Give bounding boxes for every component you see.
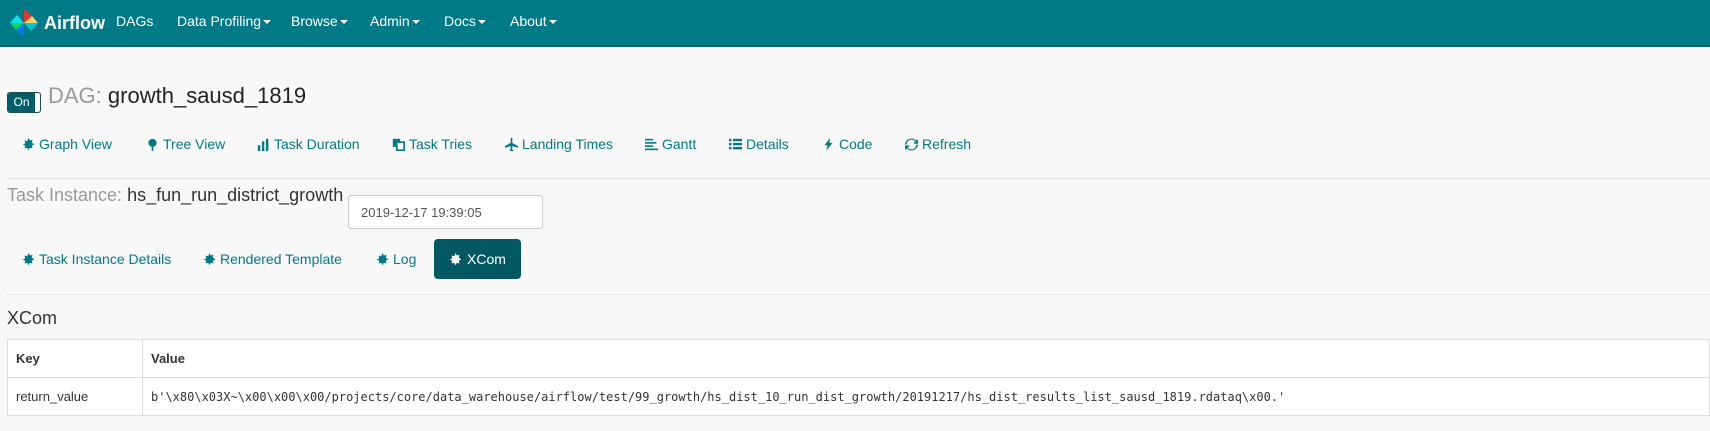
caret-down-icon xyxy=(477,20,486,25)
xcom-value-cell: b'\x80\x03X~\x00\x00\x00/projects/core/d… xyxy=(142,377,1710,416)
caret-down-icon xyxy=(263,20,272,25)
nav-dags-label: DAGs xyxy=(116,13,154,29)
xcom-section-title: XCom xyxy=(7,308,58,328)
caret-down-icon xyxy=(548,20,557,25)
dag-name: growth_sausd_1819 xyxy=(107,83,307,108)
landing-times-label: Landing Times xyxy=(522,136,614,152)
tab-log-label: Log xyxy=(393,251,417,267)
nav-data-profiling-label: Data Profiling xyxy=(177,13,262,29)
refresh-icon xyxy=(905,138,918,150)
tree-icon xyxy=(148,138,157,151)
details-label: Details xyxy=(746,136,789,152)
brand-label: Airflow xyxy=(44,12,105,33)
flash-icon xyxy=(824,137,833,151)
execution-date-select[interactable]: 2019-12-17 19:39:05 xyxy=(348,195,543,229)
gantt-link[interactable]: Gantt xyxy=(645,136,696,152)
task-tries-label: Task Tries xyxy=(409,136,473,152)
graph-icon xyxy=(203,252,216,265)
nav-admin[interactable]: Admin xyxy=(370,13,420,29)
toggle-on-label: On xyxy=(8,93,35,112)
graph-view-link[interactable]: Graph View xyxy=(22,136,112,152)
graph-icon xyxy=(376,252,389,265)
refresh-link[interactable]: Refresh xyxy=(905,136,971,152)
tab-xcom[interactable]: XCom xyxy=(434,239,521,279)
align-left-icon xyxy=(645,138,658,150)
nav-docs-label: Docs xyxy=(444,13,476,29)
dag-title-prefix: DAG: xyxy=(48,83,102,108)
code-link[interactable]: Code xyxy=(822,136,872,152)
task-instance-name: hs_fun_run_district_growth xyxy=(127,185,344,205)
tree-view-label: Tree View xyxy=(163,136,226,152)
caret-down-icon xyxy=(411,20,420,25)
tab-task-instance-details[interactable]: Task Instance Details xyxy=(22,251,171,267)
nav-docs[interactable]: Docs xyxy=(444,13,486,29)
top-navbar: Airflow DAGs Data Profiling Browse Admin… xyxy=(0,0,1710,47)
divider xyxy=(7,294,1710,295)
details-link[interactable]: Details xyxy=(729,136,789,152)
xcom-table: Key Value return_value b'\x80\x03X~\x00\… xyxy=(7,339,1710,416)
plane-icon xyxy=(505,137,518,151)
landing-times-link[interactable]: Landing Times xyxy=(505,136,613,152)
graph-icon xyxy=(22,137,35,150)
column-header-key: Key xyxy=(7,339,143,378)
tab-task-instance-details-label: Task Instance Details xyxy=(39,251,172,267)
tab-rendered-template[interactable]: Rendered Template xyxy=(203,251,342,267)
table-row: return_value b'\x80\x03X~\x00\x00\x00/pr… xyxy=(7,377,1710,416)
table-header-row: Key Value xyxy=(7,339,1710,378)
nav-data-profiling[interactable]: Data Profiling xyxy=(177,13,272,29)
xcom-key-cell: return_value xyxy=(7,377,143,416)
nav-about-label: About xyxy=(510,13,547,29)
task-instance-prefix: Task Instance: xyxy=(7,185,123,205)
airflow-logo-icon xyxy=(10,9,38,37)
graph-icon xyxy=(22,252,35,265)
divider xyxy=(7,178,1710,179)
nav-about[interactable]: About xyxy=(510,13,557,29)
graph-icon xyxy=(449,252,462,265)
task-instance-title: Task Instance: hs_fun_run_district_growt… xyxy=(7,185,343,206)
nav-browse-label: Browse xyxy=(291,13,338,29)
gantt-label: Gantt xyxy=(662,136,697,152)
nav-admin-label: Admin xyxy=(370,13,410,29)
column-header-value: Value xyxy=(142,339,1710,378)
task-duration-label: Task Duration xyxy=(274,136,360,152)
refresh-label: Refresh xyxy=(922,136,972,152)
task-duration-link[interactable]: Task Duration xyxy=(257,136,360,152)
tab-rendered-template-label: Rendered Template xyxy=(220,251,342,267)
nav-browse[interactable]: Browse xyxy=(291,13,348,29)
tab-log[interactable]: Log xyxy=(376,251,416,267)
tree-view-link[interactable]: Tree View xyxy=(146,136,225,152)
caret-down-icon xyxy=(339,20,348,25)
graph-view-label: Graph View xyxy=(39,136,112,152)
dag-title: DAG: growth_sausd_1819 xyxy=(48,83,306,109)
tab-xcom-label: XCom xyxy=(467,251,506,267)
code-label: Code xyxy=(839,136,873,152)
list-icon xyxy=(729,138,742,149)
airflow-brand-link[interactable]: Airflow xyxy=(8,6,105,40)
dag-pause-toggle[interactable]: On xyxy=(7,92,41,113)
nav-dags[interactable]: DAGs xyxy=(116,13,153,29)
duplicate-icon xyxy=(392,138,405,151)
bar-chart-icon xyxy=(257,138,269,151)
task-tries-link[interactable]: Task Tries xyxy=(392,136,472,152)
